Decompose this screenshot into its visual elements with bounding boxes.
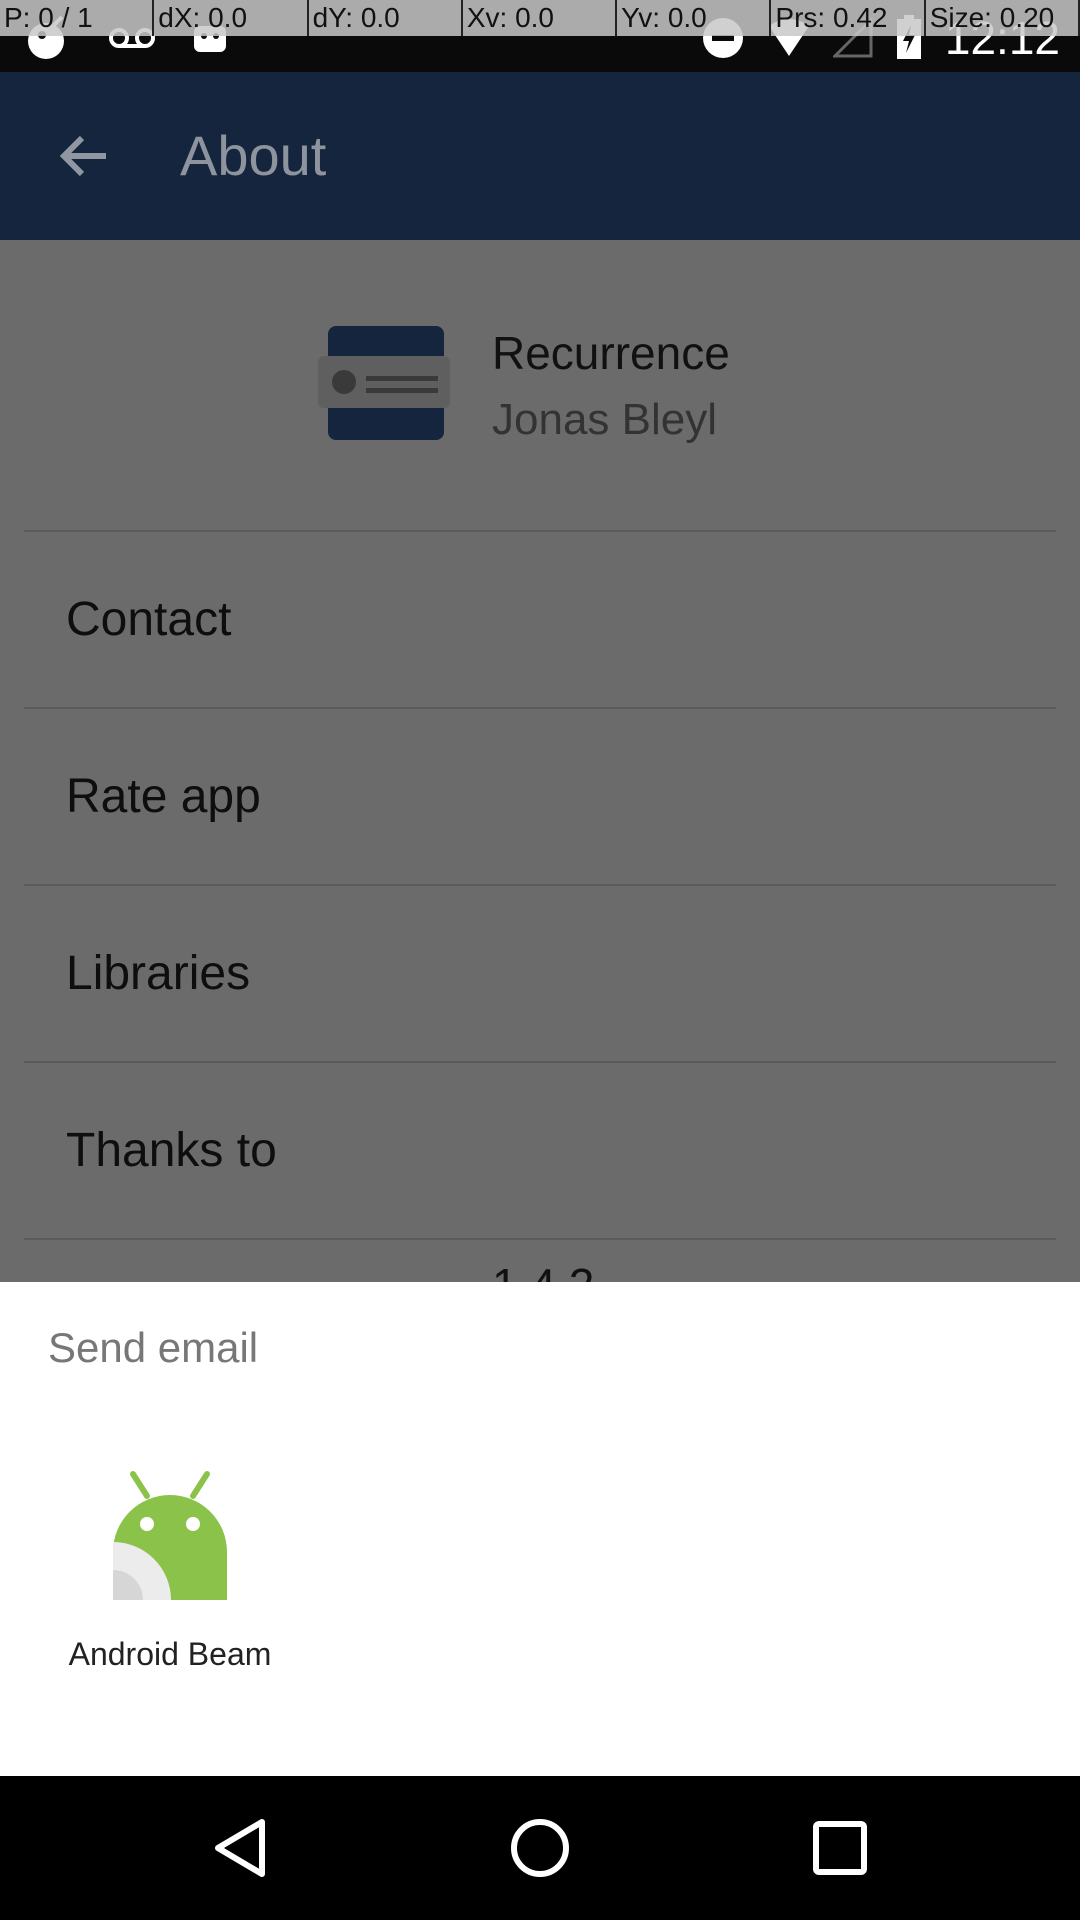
nav-home-icon <box>511 1819 569 1877</box>
app-bar: About <box>0 72 1080 240</box>
menu-item-libraries[interactable]: Libraries <box>24 884 1056 1061</box>
debug-xv: Xv: 0.0 <box>463 0 618 36</box>
share-target-label: Android Beam <box>68 1636 272 1672</box>
menu-item-label: Libraries <box>66 947 251 1000</box>
menu-divider <box>24 1238 1056 1240</box>
android-beam-icon <box>113 1471 227 1600</box>
navigation-bar <box>0 1776 1080 1920</box>
nav-back-icon <box>215 1819 265 1877</box>
debug-pointer: P: 0 / 1 <box>0 0 155 36</box>
share-chooser-sheet: Send email Android Beam <box>0 1282 1080 1776</box>
debug-yv: Yv: 0.0 <box>617 0 772 36</box>
debug-dy: dY: 0.0 <box>309 0 463 36</box>
menu-item-label: Thanks to <box>66 1124 277 1177</box>
menu-item-rate-app[interactable]: Rate app <box>24 707 1056 884</box>
page-title: About <box>180 124 327 187</box>
app-logo-icon <box>318 326 450 440</box>
menu-item-label: Contact <box>66 593 232 646</box>
menu-item-contact[interactable]: Contact <box>24 530 1056 707</box>
pointer-debug-overlay: P: 0 / 1 dX: 0.0 dY: 0.0 Xv: 0.0 Yv: 0.0… <box>0 0 1080 36</box>
app-name: Recurrence <box>492 327 730 379</box>
app-author: Jonas Bleyl <box>492 395 718 444</box>
back-button[interactable] <box>40 112 128 200</box>
menu-item-label: Rate app <box>66 770 261 823</box>
nav-home-button[interactable] <box>490 1798 590 1898</box>
arrow-back-icon <box>59 135 106 177</box>
about-content: Recurrence Jonas Bleyl Contact Rate app … <box>0 240 1080 1311</box>
nav-recents-button[interactable] <box>790 1798 890 1898</box>
debug-dx: dX: 0.0 <box>154 0 309 36</box>
about-menu: Contact Rate app Libraries Thanks to <box>0 530 1080 1240</box>
nav-recents-icon <box>813 1821 867 1875</box>
debug-pressure: Prs: 0.42 <box>771 0 926 36</box>
status-bar: 12:12 P: 0 / 1 dX: 0.0 dY: 0.0 Xv: 0.0 Y… <box>0 0 1080 72</box>
debug-size: Size: 0.20 <box>925 0 1080 36</box>
sheet-title: Send email <box>48 1324 259 1371</box>
share-target-android-beam[interactable]: Android Beam <box>40 1452 300 1692</box>
nav-back-button[interactable] <box>192 1798 292 1898</box>
app-header: Recurrence Jonas Bleyl <box>0 240 1080 530</box>
menu-item-thanks-to[interactable]: Thanks to <box>24 1061 1056 1238</box>
